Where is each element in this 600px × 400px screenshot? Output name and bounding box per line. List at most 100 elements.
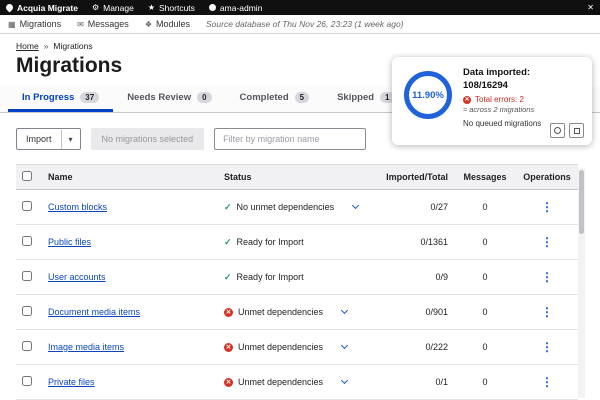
admin-item-user[interactable]: ama-admin <box>208 3 262 13</box>
migration-link[interactable]: Private files <box>48 377 95 387</box>
error-icon: ✕ <box>224 377 233 387</box>
admin-item-shortcuts[interactable]: ★ Shortcuts <box>148 3 195 13</box>
data-imported-label: Data imported: <box>463 67 531 78</box>
import-dropdown-button[interactable]: Import ▾ <box>16 128 81 150</box>
kebab-menu-icon[interactable]: ⋮ <box>541 375 553 389</box>
acquia-droplet-icon <box>4 2 15 13</box>
check-icon: ✓ <box>224 201 232 212</box>
status-text: Unmet dependencies <box>238 307 324 317</box>
tab-count-badge: 0 <box>197 92 212 103</box>
migrations-table: Name Status Imported/Total Messages Oper… <box>16 164 578 400</box>
table-row: Private files ✕ Unmet dependencies 0/1 0 … <box>16 364 578 400</box>
messages-count: 0 <box>454 189 516 225</box>
row-checkbox[interactable] <box>22 201 32 211</box>
imported-total-value: 0/1 <box>376 364 454 400</box>
shortcuts-toolbar: ▦ Migrations ✉ Messages ❖ Modules Source… <box>0 15 600 34</box>
migration-link[interactable]: User accounts <box>48 272 106 282</box>
migration-link[interactable]: Image media items <box>48 342 124 352</box>
messages-count: 0 <box>454 364 516 400</box>
kebab-menu-icon[interactable]: ⋮ <box>541 270 553 284</box>
migration-link[interactable]: Custom blocks <box>48 202 107 212</box>
messages-count: 0 <box>454 329 516 365</box>
progress-card-info: Data imported: 108/16294 ✕ Total errors:… <box>463 67 541 137</box>
data-imported-value: 108/16294 <box>463 79 508 91</box>
star-icon: ★ <box>147 3 155 12</box>
envelope-icon: ✉ <box>77 19 84 29</box>
brand-label: Acquia Migrate <box>17 2 78 13</box>
progress-percent: 11.90% <box>412 89 444 101</box>
col-messages: Messages <box>454 164 516 190</box>
table-row: Document media items ✕ Unmet dependencies… <box>16 294 578 330</box>
stop-icon <box>573 127 580 134</box>
toolbar-item-migrations[interactable]: ▦ Migrations <box>8 19 61 29</box>
queued-migrations-status: No queued migrations <box>463 118 542 128</box>
migration-link[interactable]: Document media items <box>48 307 140 317</box>
puzzle-icon: ❖ <box>144 19 152 29</box>
kebab-menu-icon[interactable]: ⋮ <box>541 340 553 354</box>
error-icon: ✕ <box>224 342 233 352</box>
across-migrations-note: ≈ across 2 migrations <box>463 105 535 115</box>
chevron-down-icon[interactable] <box>341 341 349 350</box>
messages-count: 0 <box>454 224 516 260</box>
chevron-down-icon: ▾ <box>60 129 80 149</box>
tab-needs-review[interactable]: Needs Review 0 <box>113 86 225 112</box>
wrench-icon: ⚙ <box>91 3 100 12</box>
migration-link[interactable]: Public files <box>48 237 91 247</box>
imported-total-value: 0/9 <box>376 259 454 295</box>
progress-ring: 11.90% <box>404 71 452 119</box>
filter-migration-input[interactable] <box>214 128 367 150</box>
tab-in-progress[interactable]: In Progress 37 <box>8 86 114 112</box>
tab-completed[interactable]: Completed 5 <box>226 86 324 112</box>
row-checkbox[interactable] <box>22 376 32 386</box>
total-errors-line[interactable]: ✕ Total errors: 2 <box>463 95 541 106</box>
row-checkbox[interactable] <box>22 306 32 316</box>
import-progress-card: 11.90% Data imported: 108/16294 ✕ Total … <box>392 57 592 145</box>
no-migrations-selected-button: No migrations selected <box>90 128 205 150</box>
table-row: Public files ✓ Ready for Import 0/1361 0 … <box>16 224 578 260</box>
select-all-checkbox[interactable] <box>22 171 32 181</box>
col-imported-total: Imported/Total <box>376 164 454 190</box>
vertical-scrollbar[interactable] <box>578 168 585 398</box>
tab-count-badge: 5 <box>294 92 310 103</box>
check-icon: ✓ <box>224 271 232 282</box>
kebab-menu-icon[interactable]: ⋮ <box>541 235 553 249</box>
imported-total-value: 0/222 <box>376 329 454 365</box>
breadcrumb-home-link[interactable]: Home <box>16 41 39 51</box>
messages-count: 0 <box>454 259 516 295</box>
status-text: Ready for Import <box>236 237 304 247</box>
row-checkbox[interactable] <box>22 341 32 351</box>
table-row: Image media items ✕ Unmet dependencies 0/… <box>16 329 578 365</box>
error-icon: ✕ <box>463 96 471 105</box>
toolbar-item-messages[interactable]: ✉ Messages <box>77 19 129 29</box>
status-text: No unmet dependencies <box>236 202 335 212</box>
row-checkbox[interactable] <box>22 271 32 281</box>
kebab-menu-icon[interactable]: ⋮ <box>541 305 553 319</box>
breadcrumb-separator: » <box>43 41 49 51</box>
toolbar-item-modules[interactable]: ❖ Modules <box>145 19 190 29</box>
admin-toolbar: Acquia Migrate ⚙ Manage ★ Shortcuts ama-… <box>0 0 600 15</box>
table-header-row: Name Status Imported/Total Messages Oper… <box>16 164 578 190</box>
chevron-down-icon[interactable] <box>341 306 349 315</box>
tab-count-badge: 37 <box>80 92 100 103</box>
col-name: Name <box>42 164 218 190</box>
close-icon[interactable]: ✕ <box>587 3 594 12</box>
brand-acquia-migrate[interactable]: Acquia Migrate <box>4 2 78 13</box>
chevron-down-icon[interactable] <box>352 201 360 210</box>
messages-count: 0 <box>454 294 516 330</box>
row-checkbox[interactable] <box>22 236 32 246</box>
table-row: Custom blocks ✓ No unmet dependencies 0/2… <box>16 189 578 225</box>
kebab-menu-icon[interactable]: ⋮ <box>541 200 553 214</box>
status-text: Unmet dependencies <box>238 342 324 352</box>
imported-total-value: 0/27 <box>376 189 454 225</box>
admin-item-manage[interactable]: ⚙ Manage <box>92 3 134 13</box>
chevron-down-icon[interactable] <box>341 376 349 385</box>
refresh-button[interactable] <box>550 123 565 138</box>
user-icon <box>208 4 216 11</box>
stop-button[interactable] <box>569 123 584 138</box>
scrollbar-thumb[interactable] <box>579 170 584 234</box>
imported-total-value: 0/1361 <box>376 224 454 260</box>
status-text: Ready for Import <box>236 272 304 282</box>
table-row: User accounts ✓ Ready for Import 0/9 0 ⋮ <box>16 259 578 295</box>
source-database-note: Source database of Thu Nov 26, 23:23 (1 … <box>206 19 404 29</box>
error-icon: ✕ <box>224 307 233 317</box>
